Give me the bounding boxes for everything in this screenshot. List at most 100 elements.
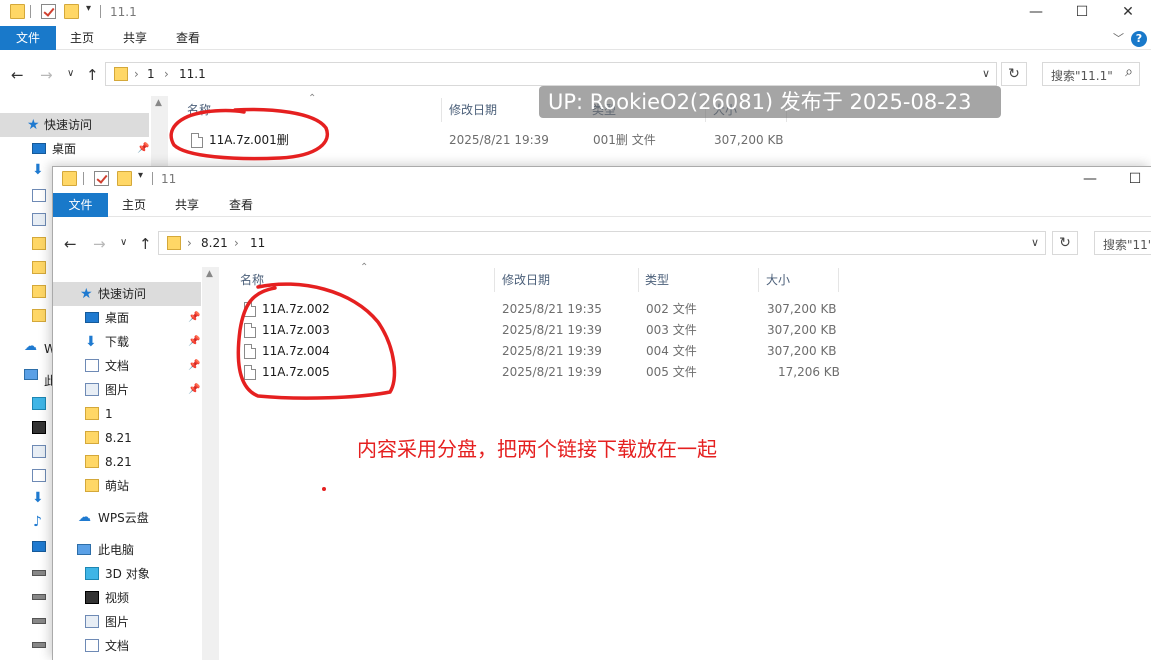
pin-icon[interactable]: 📌 bbox=[137, 137, 149, 161]
column-divider[interactable] bbox=[441, 98, 442, 122]
address-bar[interactable]: › 1 › 11.1 ∨ bbox=[105, 62, 997, 86]
picture-icon bbox=[32, 213, 46, 226]
column-header-name[interactable]: 名称 bbox=[240, 268, 264, 292]
nav-scrollbar[interactable]: ▲ bbox=[202, 267, 219, 660]
refresh-button[interactable]: ↻ bbox=[1052, 231, 1078, 255]
file-row[interactable]: 11A.7z.002 2025/8/21 19:35 002 文件 307,20… bbox=[241, 299, 841, 320]
nav-quick-access[interactable]: ★ 快速访问 bbox=[53, 282, 201, 306]
file-row[interactable]: 11A.7z.003 2025/8/21 19:39 003 文件 307,20… bbox=[241, 320, 841, 341]
tab-home[interactable]: 主页 bbox=[114, 193, 154, 217]
file-type: 001删 文件 bbox=[593, 133, 656, 147]
tab-view[interactable]: 查看 bbox=[221, 193, 261, 217]
front-address-row: ← → ∨ ↑ › 8.21 › 11 ∨ ↻ 搜索"11" bbox=[53, 226, 1151, 262]
tab-file[interactable]: 文件 bbox=[0, 26, 56, 50]
close-button[interactable]: ✕ bbox=[1105, 0, 1151, 26]
tab-share[interactable]: 共享 bbox=[167, 193, 207, 217]
tab-home[interactable]: 主页 bbox=[62, 26, 102, 50]
customize-toolbar-icon[interactable]: ▾ bbox=[86, 3, 95, 18]
properties-icon[interactable] bbox=[41, 4, 56, 19]
nav-folder-8-21[interactable]: 8.21 bbox=[53, 426, 201, 450]
new-folder-icon[interactable] bbox=[117, 171, 132, 186]
nav-3d-objects[interactable]: 3D 对象 bbox=[53, 562, 201, 586]
nav-wps-cloud[interactable]: ☁ WPS云盘 bbox=[53, 506, 201, 530]
nav-desktop[interactable]: 桌面 📌 bbox=[53, 306, 201, 330]
forward-arrow-icon[interactable]: → bbox=[40, 66, 53, 84]
tab-file[interactable]: 文件 bbox=[53, 193, 108, 217]
file-name: 11A.7z.001删 bbox=[209, 133, 289, 147]
file-type: 005 文件 bbox=[646, 365, 697, 379]
minimize-button[interactable]: — bbox=[1067, 167, 1113, 193]
search-input[interactable]: 搜索"11.1" ⌕ bbox=[1042, 62, 1140, 86]
tab-share[interactable]: 共享 bbox=[115, 26, 155, 50]
maximize-button[interactable]: ☐ bbox=[1059, 0, 1105, 26]
new-folder-icon[interactable] bbox=[64, 4, 79, 19]
minimize-button[interactable]: — bbox=[1013, 0, 1059, 26]
column-header-size[interactable]: 大小 bbox=[766, 268, 790, 292]
column-header-type[interactable]: 类型 bbox=[645, 268, 669, 292]
back-arrow-icon[interactable]: ← bbox=[11, 66, 24, 84]
chevron-down-icon[interactable]: ∨ bbox=[1031, 236, 1039, 249]
pin-icon[interactable]: 📌 bbox=[188, 354, 200, 378]
folder-icon bbox=[85, 479, 99, 492]
customize-toolbar-icon[interactable]: ▾ bbox=[138, 170, 147, 185]
search-input[interactable]: 搜索"11" bbox=[1094, 231, 1151, 255]
desktop-icon bbox=[32, 143, 46, 154]
file-row[interactable]: 11A.7z.005 2025/8/21 19:39 005 文件 17,206… bbox=[241, 362, 841, 383]
nav-quick-access[interactable]: ★ 快速访问 bbox=[0, 113, 149, 137]
pin-icon[interactable]: 📌 bbox=[188, 330, 200, 354]
up-arrow-icon[interactable]: ↑ bbox=[139, 235, 152, 253]
sort-caret-icon: ⌃ bbox=[308, 93, 317, 104]
folder-icon bbox=[167, 236, 181, 250]
breadcrumb-item[interactable]: 11.1 bbox=[179, 67, 206, 81]
column-divider[interactable] bbox=[758, 268, 759, 292]
pin-icon[interactable]: 📌 bbox=[188, 306, 200, 330]
file-row[interactable]: 11A.7z.001删 2025/8/21 19:39 001删 文件 307,… bbox=[186, 130, 806, 151]
chevron-down-icon[interactable]: ∨ bbox=[982, 67, 990, 80]
forward-arrow-icon[interactable]: → bbox=[93, 235, 106, 253]
tab-view[interactable]: 查看 bbox=[168, 26, 208, 50]
recent-locations-icon[interactable]: ∨ bbox=[120, 237, 127, 248]
file-icon bbox=[244, 302, 256, 317]
address-bar[interactable]: › 8.21 › 11 ∨ bbox=[158, 231, 1046, 255]
nav-folder-1[interactable]: 1 bbox=[53, 402, 201, 426]
column-header-date[interactable]: 修改日期 bbox=[449, 98, 497, 122]
chevron-down-icon[interactable]: ﹀ bbox=[1113, 30, 1124, 46]
nav-this-pc[interactable]: 此电脑 bbox=[53, 538, 201, 562]
scroll-up-icon[interactable]: ▲ bbox=[206, 269, 213, 279]
nav-videos[interactable]: 视频 bbox=[53, 586, 201, 610]
back-arrow-icon[interactable]: ← bbox=[64, 235, 77, 253]
back-ribbon: 文件 主页 共享 查看 ﹀ ? bbox=[0, 26, 1151, 50]
maximize-button[interactable]: ☐ bbox=[1112, 167, 1151, 193]
document-icon bbox=[32, 469, 46, 482]
nav-folder-8-21-second[interactable]: 8.21 bbox=[53, 450, 201, 474]
file-icon bbox=[244, 365, 256, 380]
nav-documents-pc[interactable]: 文档 bbox=[53, 634, 201, 658]
nav-folder-mengzhan[interactable]: 萌站 bbox=[53, 474, 201, 498]
breadcrumb-item[interactable]: 1 bbox=[147, 67, 155, 81]
chevron-right-icon: › bbox=[187, 236, 192, 250]
column-divider[interactable] bbox=[838, 268, 839, 292]
column-header-name[interactable]: 名称 bbox=[187, 98, 211, 122]
properties-icon[interactable] bbox=[94, 171, 109, 186]
nav-pictures-pc[interactable]: 图片 bbox=[53, 610, 201, 634]
file-icon bbox=[191, 133, 203, 148]
nav-pictures[interactable]: 图片 📌 bbox=[53, 378, 201, 402]
nav-documents[interactable]: 文档 📌 bbox=[53, 354, 201, 378]
help-icon[interactable]: ? bbox=[1131, 31, 1147, 47]
file-date: 2025/8/21 19:39 bbox=[449, 133, 549, 147]
column-divider[interactable] bbox=[638, 268, 639, 292]
file-date: 2025/8/21 19:39 bbox=[502, 344, 602, 358]
breadcrumb-item[interactable]: 11 bbox=[250, 236, 265, 250]
column-header-date[interactable]: 修改日期 bbox=[502, 268, 550, 292]
column-divider[interactable] bbox=[494, 268, 495, 292]
recent-locations-icon[interactable]: ∨ bbox=[67, 68, 74, 79]
scroll-up-icon[interactable]: ▲ bbox=[155, 98, 162, 108]
breadcrumb-item[interactable]: 8.21 bbox=[201, 236, 228, 250]
file-row[interactable]: 11A.7z.004 2025/8/21 19:39 004 文件 307,20… bbox=[241, 341, 841, 362]
refresh-button[interactable]: ↻ bbox=[1001, 62, 1027, 86]
pin-icon[interactable]: 📌 bbox=[188, 378, 200, 402]
drive-icon bbox=[32, 570, 46, 576]
nav-desktop[interactable]: 桌面 📌 bbox=[0, 137, 149, 161]
up-arrow-icon[interactable]: ↑ bbox=[86, 66, 99, 84]
nav-downloads[interactable]: ⬇ 下载 📌 bbox=[53, 330, 201, 354]
